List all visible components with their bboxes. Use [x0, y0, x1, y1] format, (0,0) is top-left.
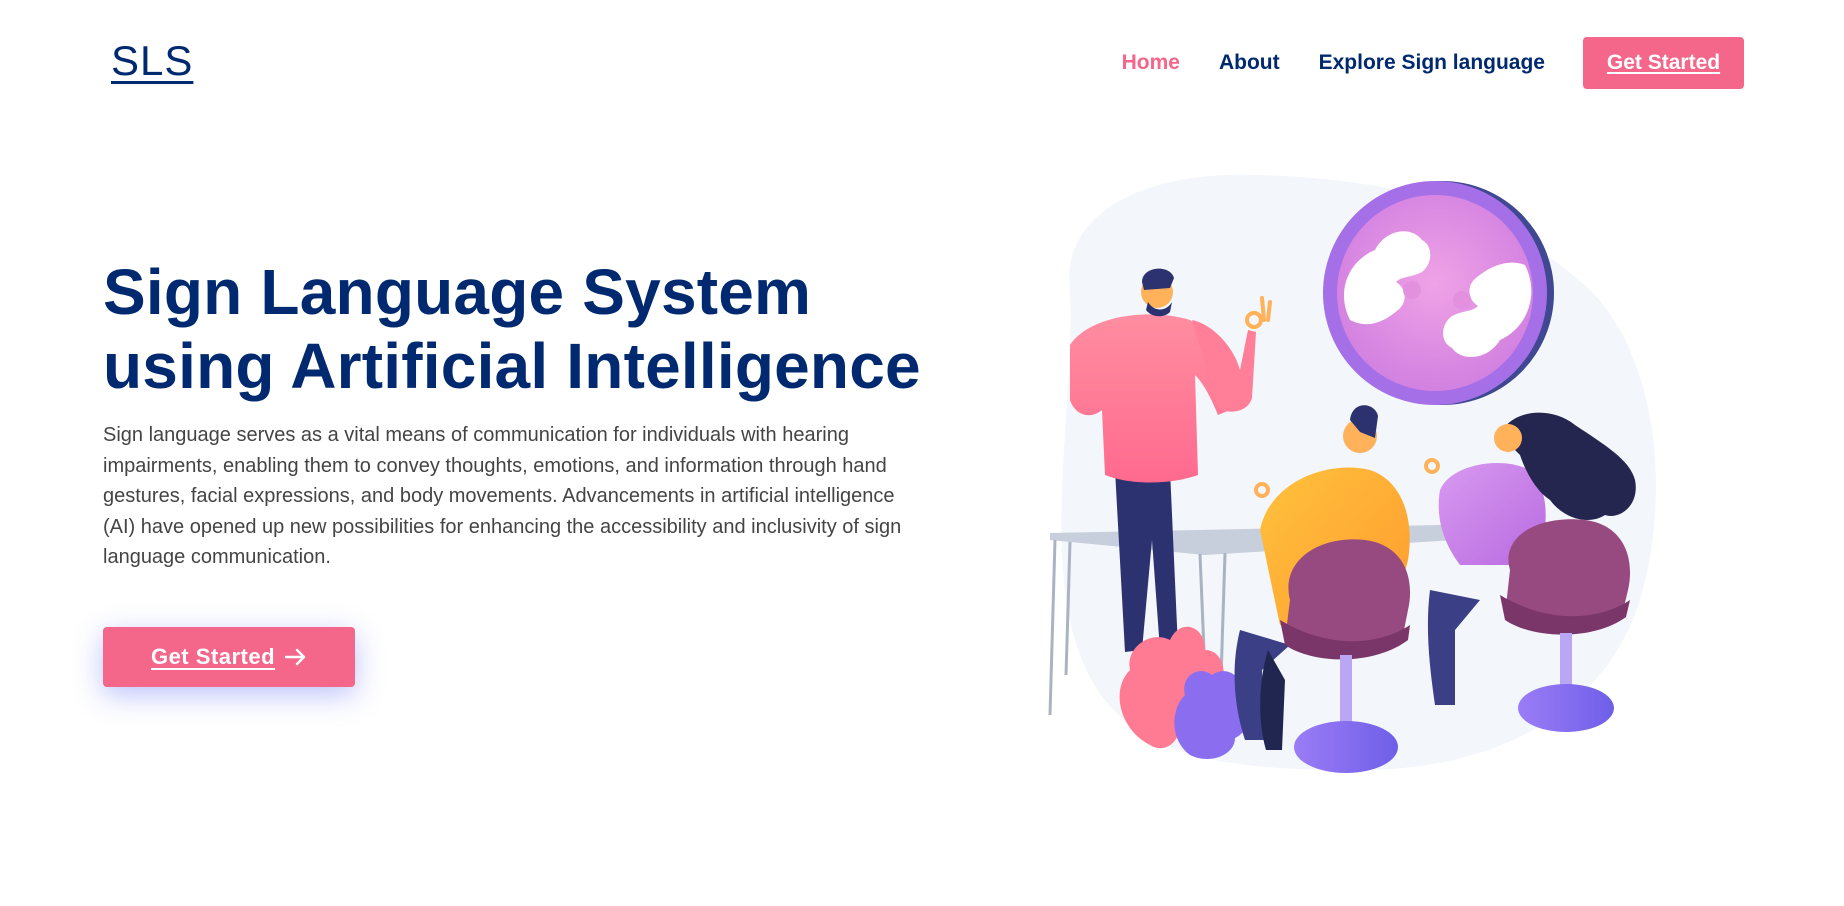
arrow-right-icon: [285, 648, 307, 666]
hero-get-started-button[interactable]: Get Started: [103, 627, 355, 687]
hero-title: Sign Language System using Artificial In…: [103, 255, 923, 403]
chair-1-base: [1294, 721, 1398, 773]
page: SLS Home About Explore Sign language Get…: [0, 0, 1844, 906]
hero-cta-label: Get Started: [150, 644, 276, 669]
hero-title-line-2: using Artificial Intelligence: [103, 330, 921, 402]
nav-home-link[interactable]: Home: [1122, 51, 1180, 75]
site-header: SLS Home About Explore Sign language Get…: [0, 0, 1844, 124]
chair-2-base: [1518, 684, 1614, 732]
nav-explore-link[interactable]: Explore Sign language: [1319, 51, 1545, 75]
hero-title-line-1: Sign Language System: [103, 256, 812, 328]
header-get-started-button[interactable]: Get Started: [1583, 37, 1744, 89]
hero-description: Sign language serves as a vital means of…: [103, 424, 902, 568]
sign-language-meeting-illustration: [1030, 170, 1670, 790]
main-nav: Home About Explore Sign language Get Sta…: [1083, 37, 1744, 89]
logo[interactable]: SLS: [111, 37, 193, 85]
illustration-svg: [1048, 174, 1656, 773]
nav-about-link[interactable]: About: [1219, 51, 1280, 75]
